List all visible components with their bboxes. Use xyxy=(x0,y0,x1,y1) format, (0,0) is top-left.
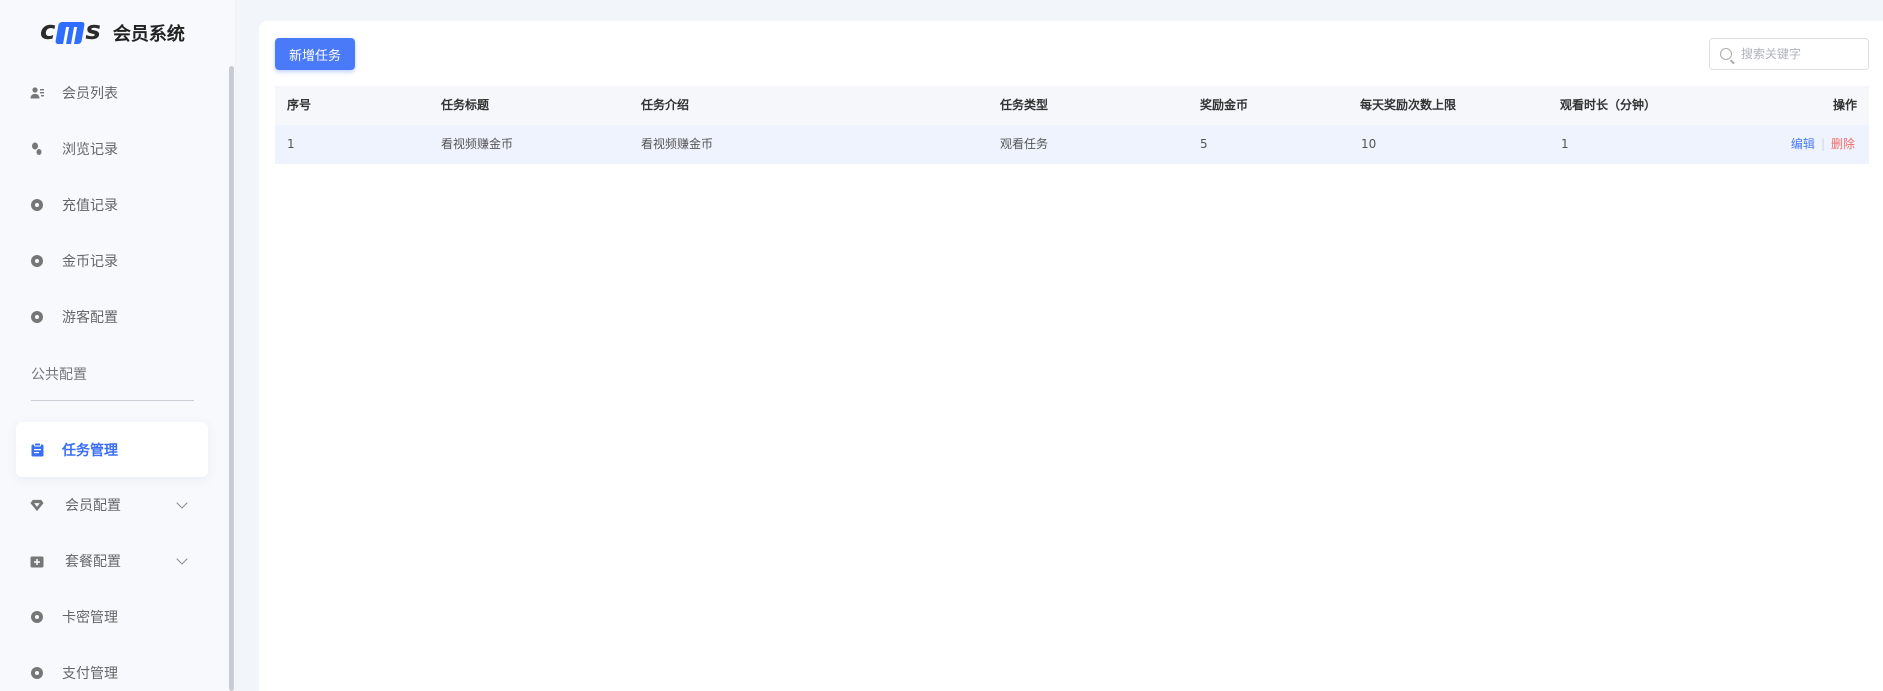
package-icon xyxy=(30,554,44,568)
action-separator: | xyxy=(1820,137,1825,151)
cell-intro: 看视频赚金币 xyxy=(641,137,714,151)
sidebar-item-member-list[interactable]: 会员列表 xyxy=(16,69,208,117)
cell-title: 看视频赚金币 xyxy=(441,137,514,151)
logo-mark-block xyxy=(55,22,86,44)
table-header: 序号 任务标题 任务介绍 任务类型 奖励金币 每天奖励次数上限 观看时长（分钟）… xyxy=(275,86,1869,125)
edit-button[interactable]: 编辑 xyxy=(1791,137,1815,151)
search-icon xyxy=(1720,48,1732,60)
chevron-down-icon xyxy=(176,497,188,509)
logo-letter-c: c xyxy=(40,16,55,46)
section-divider xyxy=(31,400,194,401)
search-input[interactable] xyxy=(1741,47,1861,61)
sidebar-item-label: 游客配置 xyxy=(62,310,118,326)
column-header: 奖励金币 xyxy=(1200,98,1249,112)
app-title: 会员系统 xyxy=(112,24,185,45)
cell-duration: 1 xyxy=(1561,137,1569,151)
sidebar-item-coin-records[interactable]: 金币记录 xyxy=(16,237,208,285)
sidebar-item-card-key-management[interactable]: 卡密管理 xyxy=(16,593,208,641)
add-task-button[interactable]: 新增任务 xyxy=(275,38,355,70)
sidebar-item-recharge-records[interactable]: 充值记录 xyxy=(16,181,208,229)
sidebar-item-label: 金币记录 xyxy=(62,254,118,270)
footprint-icon xyxy=(30,142,44,156)
coin-icon xyxy=(30,254,44,268)
sidebar-item-label: 会员配置 xyxy=(65,498,121,514)
column-header: 观看时长（分钟） xyxy=(1560,98,1657,112)
column-header: 任务标题 xyxy=(441,98,490,112)
sidebar-item-task-management[interactable]: 任务管理 xyxy=(16,422,208,477)
task-table: 序号 任务标题 任务介绍 任务类型 奖励金币 每天奖励次数上限 观看时长（分钟）… xyxy=(275,86,1869,164)
app-root: c s 会员系统 会员列表 浏览记录 充值记录 金币记录 游客配置 公共配置 任… xyxy=(0,0,1883,691)
logo-mark: c s xyxy=(40,16,101,46)
guest-icon xyxy=(30,310,44,324)
sidebar-item-label: 充值记录 xyxy=(62,198,118,214)
column-header: 任务介绍 xyxy=(641,98,690,112)
sidebar-item-label: 支付管理 xyxy=(62,666,118,682)
sidebar-item-browse-history[interactable]: 浏览记录 xyxy=(16,125,208,173)
column-header: 每天奖励次数上限 xyxy=(1360,98,1457,112)
table-row: 1 看视频赚金币 看视频赚金币 观看任务 5 10 1 编辑 | 删除 xyxy=(275,125,1869,164)
sidebar-item-label: 任务管理 xyxy=(62,442,118,459)
cell-actions: 编辑 | 删除 xyxy=(1791,125,1855,164)
delete-button[interactable]: 删除 xyxy=(1831,137,1855,151)
sidebar-item-label: 套餐配置 xyxy=(65,554,121,570)
sidebar: c s 会员系统 会员列表 浏览记录 充值记录 金币记录 游客配置 公共配置 任… xyxy=(0,0,236,691)
column-header: 序号 xyxy=(287,98,312,112)
clipboard-icon xyxy=(30,442,44,457)
sidebar-item-payment-management[interactable]: 支付管理 xyxy=(16,649,208,691)
sidebar-scrollbar[interactable] xyxy=(229,66,234,691)
column-header: 任务类型 xyxy=(1000,98,1049,112)
payment-icon xyxy=(30,666,44,680)
key-icon xyxy=(30,610,44,624)
column-header: 操作 xyxy=(1832,98,1857,112)
sidebar-item-guest-config[interactable]: 游客配置 xyxy=(16,293,208,341)
main-content-card: 新增任务 序号 任务标题 任务介绍 任务类型 奖励金币 每天奖励次数上限 观看时… xyxy=(259,21,1883,691)
cell-type: 观看任务 xyxy=(1000,137,1049,151)
cell-reward: 5 xyxy=(1200,137,1208,151)
search-box[interactable] xyxy=(1709,38,1869,70)
cell-index: 1 xyxy=(287,137,295,151)
logo: c s 会员系统 xyxy=(40,16,185,48)
section-label-public-config: 公共配置 xyxy=(31,367,87,383)
sidebar-item-label: 卡密管理 xyxy=(62,610,118,626)
chevron-down-icon xyxy=(176,553,188,565)
user-list-icon xyxy=(30,86,44,100)
sidebar-item-label: 会员列表 xyxy=(62,86,118,102)
diamond-icon xyxy=(30,498,44,512)
logo-letter-s: s xyxy=(85,16,101,46)
sidebar-item-member-config[interactable]: 会员配置 xyxy=(16,481,208,529)
cell-daily-limit: 10 xyxy=(1361,137,1377,151)
sidebar-item-package-config[interactable]: 套餐配置 xyxy=(16,537,208,585)
coin-icon xyxy=(30,198,44,212)
sidebar-item-label: 浏览记录 xyxy=(62,142,118,158)
